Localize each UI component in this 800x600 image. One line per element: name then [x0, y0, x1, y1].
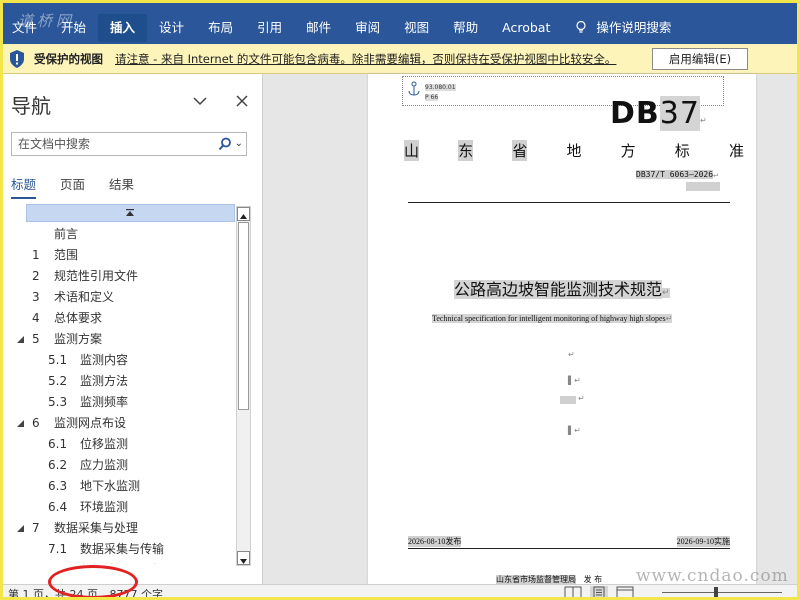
ribbon-tab-3[interactable]: 设计 — [147, 14, 196, 42]
dates-row: 2026-08-10发布 2026-09-10实施 — [408, 536, 730, 547]
outline-item[interactable]: 7 数据采集与处理 — [0, 518, 236, 539]
outline-item[interactable]: 前言 — [0, 224, 236, 245]
chevron-down-icon[interactable] — [191, 92, 209, 110]
expand-caret-icon[interactable] — [16, 524, 24, 532]
issuing-authority: 山东省市场监督管理局 发 布 — [496, 575, 603, 584]
standard-number: DB37/T 6063—2026 ↵ — [636, 170, 718, 179]
province-char: 方 — [620, 142, 636, 160]
province-char: 地 — [566, 142, 582, 160]
print-layout-icon[interactable] — [590, 586, 608, 599]
province-char: 东 — [458, 140, 474, 161]
search-input[interactable]: 在文档中搜索 ⌄ — [11, 132, 247, 156]
outline-item[interactable]: 6.3 地下水监测 — [0, 476, 236, 497]
nav-tab-2[interactable]: 结果 — [109, 174, 134, 199]
scroll-up-arrow[interactable] — [237, 207, 250, 221]
outline-item[interactable]: 4 总体要求 — [0, 308, 236, 329]
view-buttons — [564, 586, 642, 599]
protected-view-message[interactable]: 请注意 - 来自 Internet 的文件可能包含病毒。除非需要编辑，否则保持在… — [115, 51, 616, 67]
expand-caret-icon[interactable] — [16, 335, 24, 343]
outline-item[interactable]: 1 范围 — [0, 245, 236, 266]
ribbon-tab-10[interactable]: Acrobat — [490, 14, 562, 42]
nav-tab-1[interactable]: 页面 — [60, 174, 85, 199]
annotation-circle — [48, 565, 138, 599]
paragraph-mark: ▌↵ — [568, 426, 581, 435]
ribbon-tab-bar: 道桥网 文件 开始 插入 设计 布局 引用 邮件 审阅 视图 帮助 Acrobat 操作说明搜索 — [0, 0, 800, 44]
enable-editing-button[interactable]: 启用编辑(E) — [652, 48, 748, 70]
tell-me-search[interactable]: 操作说明搜索 — [562, 14, 683, 42]
ribbon-tab-8[interactable]: 视图 — [392, 14, 441, 42]
ribbon-tab-5[interactable]: 引用 — [245, 14, 294, 42]
document-title-english: Technical specification for intelligent … — [432, 314, 673, 323]
navigation-title: 导航 — [11, 94, 51, 118]
province-char: 标 — [674, 142, 690, 160]
nav-tab-0[interactable]: 标题 — [11, 174, 37, 199]
outline-item[interactable]: 6 监测网点布设 — [0, 413, 236, 434]
search-icon[interactable] — [218, 137, 232, 151]
navigation-tabs: 标题 页面 结果 — [11, 174, 158, 199]
search-dropdown-icon[interactable]: ⌄ — [235, 133, 243, 155]
outline-item[interactable]: 6.4 环境监测 — [0, 497, 236, 518]
province-char: 省 — [512, 140, 528, 161]
document-title: 公路高边坡智能监测技术规范↵ — [454, 280, 670, 299]
header-rule — [408, 202, 730, 203]
placeholder-block — [560, 396, 576, 404]
navigation-pane: 导航 在文档中搜索 ⌄ 标题 页面 结果 前言 1 范围 2 规范性引用文件 3 术语和定义 4 总… — [0, 74, 263, 584]
outline-item[interactable]: 7.1 数据采集与传输 — [0, 539, 236, 560]
watermark-url: www.cndao.com — [636, 566, 789, 586]
shield-icon — [10, 49, 24, 68]
protected-view-bar: 受保护的视图 请注意 - 来自 Internet 的文件可能包含病毒。除非需要编… — [0, 44, 800, 74]
ics-code: 93.080.01 P 66 — [425, 84, 456, 101]
db-logo: DB37↵ — [610, 96, 708, 131]
outline-item[interactable]: 6.2 应力监测 — [0, 455, 236, 476]
paragraph-mark: ↵ — [578, 394, 585, 403]
outline-item[interactable]: 5 监测方案 — [0, 329, 236, 350]
search-placeholder: 在文档中搜索 — [18, 137, 91, 151]
zoom-slider-knob[interactable] — [714, 587, 718, 597]
outline-item[interactable]: 2 规范性引用文件 — [0, 266, 236, 287]
ribbon-tab-9[interactable]: 帮助 — [441, 14, 490, 42]
paragraph-mark: ▌↵ — [568, 376, 581, 385]
zoom-slider[interactable] — [662, 587, 782, 597]
outline-list: 前言 1 范围 2 规范性引用文件 3 术语和定义 4 总体要求 5 监测方案 5.1 监测内容 5.2 监… — [0, 224, 236, 564]
outline-item[interactable]: 7.2数据处理与分析 — [0, 560, 236, 564]
outline-item[interactable]: 5.3 监测频率 — [0, 392, 236, 413]
triangle-up-icon — [126, 209, 134, 216]
expand-caret-icon[interactable] — [16, 419, 24, 427]
outline-item[interactable]: 5.2 监测方法 — [0, 371, 236, 392]
ribbon-tabs: 文件 开始 插入 设计 布局 引用 邮件 审阅 视图 帮助 Acrobat 操作说明搜索 — [0, 14, 683, 42]
heading-outline: 前言 1 范围 2 规范性引用文件 3 术语和定义 4 总体要求 5 监测方案 5.1 监测内容 5.2 监… — [0, 202, 236, 564]
triangle-down-icon — [240, 559, 247, 564]
scroll-down-arrow[interactable] — [237, 551, 250, 565]
outline-item[interactable]: 5.1 监测内容 — [0, 350, 236, 371]
implement-date: 2026-09-10实施 — [676, 536, 730, 547]
scroll-up-highlight[interactable] — [26, 204, 235, 222]
outline-item[interactable]: 3 术语和定义 — [0, 287, 236, 308]
scrollbar-thumb[interactable] — [238, 222, 249, 410]
document-page[interactable]: 93.080.01 P 66 DB37↵ 山 东 省 地 方 标 准 DB37/T 6063… — [368, 74, 756, 584]
protected-view-title: 受保护的视图 — [34, 51, 103, 66]
ribbon-tab-1[interactable]: 开始 — [49, 14, 98, 42]
province-standard-heading: 山东省地方标准 — [404, 140, 744, 161]
province-char: 准 — [728, 142, 744, 160]
ribbon-tab-7[interactable]: 审阅 — [343, 14, 392, 42]
footer-rule — [408, 548, 730, 549]
ribbon-tab-0[interactable]: 文件 — [0, 14, 49, 42]
province-char: 山 — [404, 140, 420, 161]
navigation-scrollbar[interactable] — [236, 206, 251, 566]
lightbulb-icon — [576, 20, 586, 33]
replaced-standard-placeholder — [686, 182, 720, 191]
ribbon-tab-6[interactable]: 邮件 — [294, 14, 343, 42]
publish-date: 2026-08-10发布 — [408, 536, 462, 547]
read-mode-icon[interactable] — [564, 586, 582, 599]
ribbon-tab-4[interactable]: 布局 — [196, 14, 245, 42]
ribbon-tab-2[interactable]: 插入 — [98, 14, 148, 42]
paragraph-mark: ↵ — [568, 350, 575, 359]
web-layout-icon[interactable] — [616, 586, 634, 599]
outline-item[interactable]: 6.1 位移监测 — [0, 434, 236, 455]
close-icon[interactable] — [233, 92, 251, 110]
anchor-icon — [408, 81, 420, 96]
